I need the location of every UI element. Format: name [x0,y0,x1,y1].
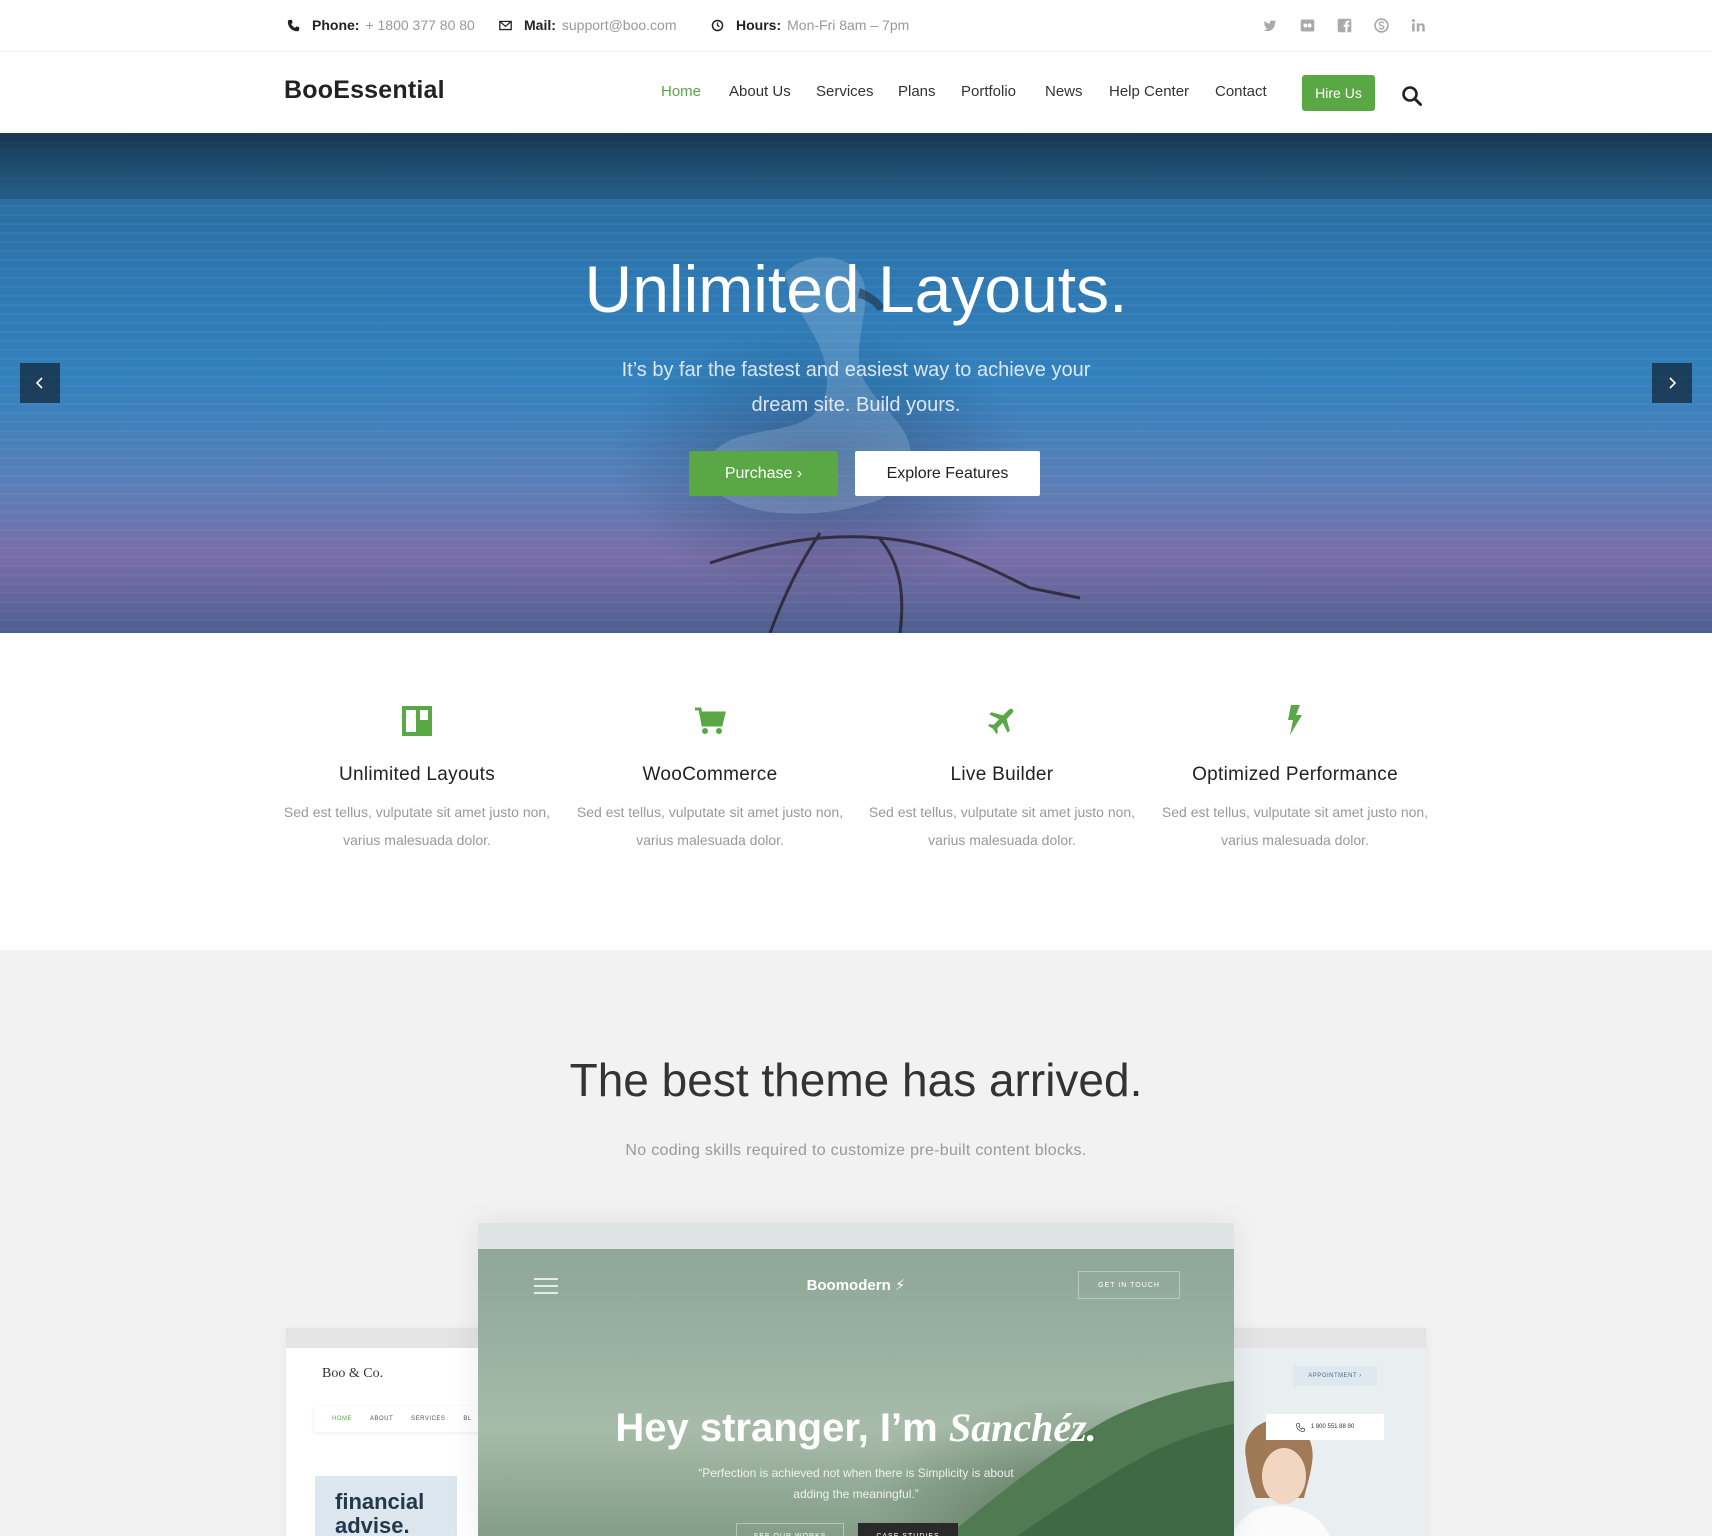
phone-value[interactable]: + 1800 377 80 80 [365,17,474,33]
nav-services[interactable]: Services [816,83,874,100]
purchase-button[interactable]: Purchase › [689,451,838,496]
hero-slider: Unlimited Layouts. It’s by far the faste… [0,133,1712,633]
chevron-right-icon [1669,377,1677,389]
demo-brand: Boo & Co. [322,1366,384,1381]
demo-nav-item: BL [463,1416,472,1422]
demo-nav-item: SERVICES [411,1416,446,1422]
section-title: The best theme has arrived. [569,1054,1143,1106]
demo-nav-item: HOME [332,1416,352,1422]
feature-title: WooCommerce [642,764,778,785]
person-photo [1226,1388,1336,1536]
cart-icon [694,703,726,737]
demo-preview-center[interactable]: Boomodern ⚡ GET IN TOUCH Hey stranger, I… [478,1223,1234,1536]
demo-quote: “Perfection is achieved not when there i… [698,1466,1014,1501]
mail-info: Mail: support@boo.com [499,17,677,33]
feature-unlimited-layouts: Unlimited Layouts Sed est tellus, vulput… [282,703,552,854]
nav-portfolio[interactable]: Portfolio [961,83,1016,100]
hero-background-band [0,133,1712,199]
demo-nav-item: ABOUT [370,1416,394,1422]
site-logo[interactable]: BooEssential [284,76,445,105]
feature-text: Sed est tellus, vulputate sit amet justo… [283,804,551,848]
top-info-bar: Phone: + 1800 377 80 80 Mail: support@bo… [0,0,1712,52]
hours-info: Hours: Mon-Fri 8am – 7pm [711,17,909,33]
hero-title: Unlimited Layouts. [584,252,1128,326]
browser-bar [286,1328,486,1348]
facebook-icon[interactable] [1334,15,1354,35]
explore-features-button[interactable]: Explore Features [855,451,1040,496]
feature-optimized-performance: Optimized Performance Sed est tellus, vu… [1160,703,1430,854]
feature-woocommerce: WooCommerce Sed est tellus, vulputate si… [575,703,845,854]
nav-news[interactable]: News [1045,83,1083,100]
slider-next-button[interactable] [1652,363,1692,403]
feature-text: Sed est tellus, vulputate sit amet justo… [1161,804,1429,848]
demo-phone-number: 1 800 551 88 90 [1310,1424,1355,1430]
hours-label: Hours: [736,17,782,33]
feature-title: Optimized Performance [1192,764,1398,785]
nav-home[interactable]: Home [661,83,701,100]
feature-title: Unlimited Layouts [338,764,496,785]
nav-help-center[interactable]: Help Center [1109,83,1189,100]
browser-bar [478,1223,1234,1249]
best-theme-section: The best theme has arrived. No coding sk… [0,950,1712,1536]
main-header: BooEssential Home About Us Services Plan… [0,52,1712,133]
plane-icon [986,703,1018,737]
twitter-icon[interactable] [1259,15,1279,35]
browser-bar [1226,1328,1426,1348]
mail-value[interactable]: support@boo.com [562,17,677,33]
demo-preview-right[interactable]: APPOINTMENT › 1 800 551 88 90 [1226,1328,1426,1536]
case-studies-button: CASE STUDIES [858,1523,958,1536]
feature-text: Sed est tellus, vulputate sit amet justo… [576,804,844,848]
flickr-icon[interactable] [1297,15,1317,35]
mail-label: Mail: [524,17,556,33]
nav-contact[interactable]: Contact [1215,83,1267,100]
mountain-graphic [947,1381,1234,1536]
hours-value: Mon-Fri 8am – 7pm [787,17,910,33]
demo-phone: 1 800 551 88 90 [1266,1414,1384,1440]
demo-hero-title: Hey stranger, I’m Sanchéz. [478,1404,1234,1451]
nav-about-us[interactable]: About Us [729,83,791,100]
bolt-icon [1279,703,1311,737]
see-our-works-button: SEE OUR WORKS [736,1523,844,1536]
phone-icon [287,19,300,31]
hero-subtitle: It’s by far the fastest and easiest way … [621,359,1091,416]
phone-label: Phone: [312,17,360,33]
feature-live-builder: Live Builder Sed est tellus, vulputate s… [867,703,1137,854]
demo-hero-name: Sanchéz. [948,1405,1097,1450]
clock-icon [711,19,724,31]
demo-nav: HOME ABOUT SERVICES BL [314,1406,494,1432]
phone-icon [1296,1422,1305,1432]
feature-title: Live Builder [950,764,1054,785]
linkedin-icon[interactable] [1408,15,1428,35]
skype-icon[interactable] [1371,15,1391,35]
demo-screen: Boomodern ⚡ GET IN TOUCH Hey stranger, I… [478,1249,1234,1536]
slider-prev-button[interactable] [20,363,60,403]
layout-icon [401,703,433,737]
section-subtitle: No coding skills required to customize p… [625,1142,1087,1159]
appointment-button: APPOINTMENT › [1293,1366,1377,1386]
nav-plans[interactable]: Plans [898,83,936,100]
features-section: Unlimited Layouts Sed est tellus, vulput… [0,633,1712,950]
chevron-left-icon [35,377,43,389]
demo-headline: financial advise. [315,1476,457,1536]
demo-preview-left[interactable]: Boo & Co. HOME ABOUT SERVICES BL financi… [286,1328,494,1536]
hire-us-button[interactable]: Hire Us [1302,75,1375,111]
search-icon[interactable] [1401,85,1423,107]
feature-text: Sed est tellus, vulputate sit amet justo… [868,804,1136,848]
phone-info: Phone: + 1800 377 80 80 [287,17,475,33]
demo-hero-text: Hey stranger, I’m [615,1406,938,1450]
envelope-icon [499,20,512,30]
get-in-touch-button: GET IN TOUCH [1078,1271,1180,1299]
